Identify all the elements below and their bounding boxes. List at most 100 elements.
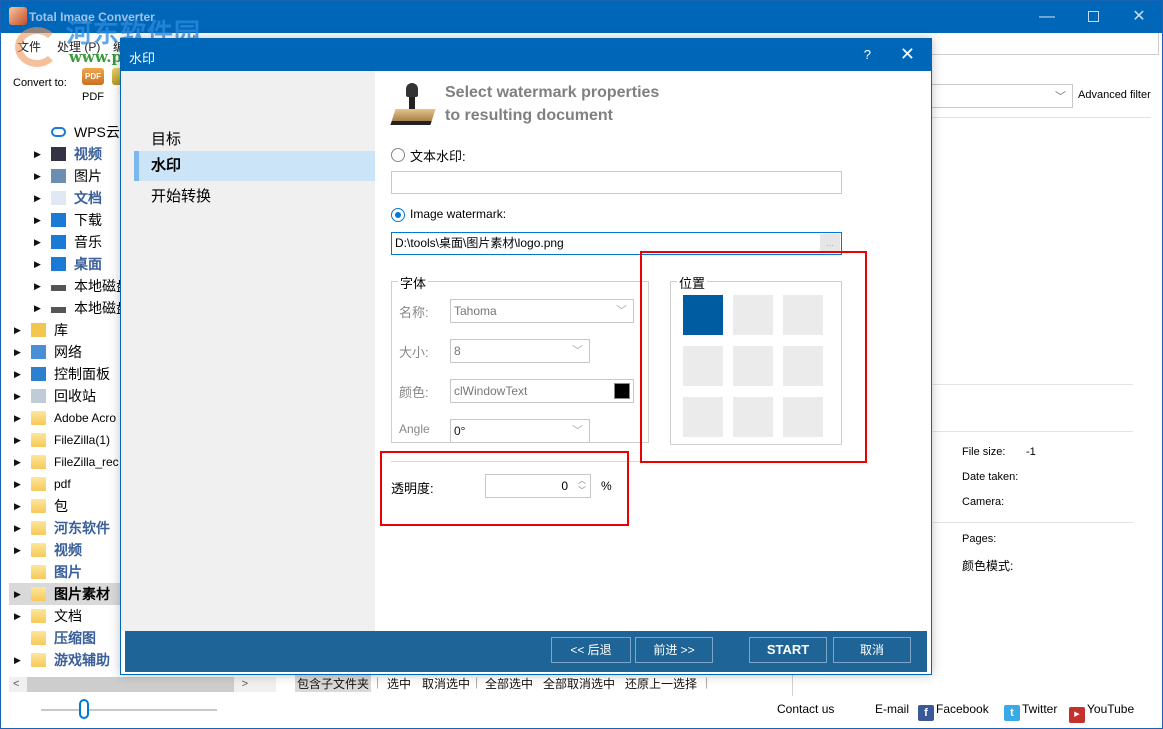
minimize-button[interactable]: — [1024, 1, 1070, 33]
dialog-close-button[interactable]: ✕ [900, 44, 915, 65]
expand-arrow-icon[interactable]: ▶ [14, 605, 21, 627]
tree-item[interactable]: ▶ 图片 [9, 165, 121, 187]
drive-icon [51, 285, 66, 291]
youtube-link[interactable]: ▶ YouTube [1069, 702, 1134, 723]
tree-item[interactable]: ▶ 下载 [9, 209, 121, 231]
tree-item[interactable]: ▶ 回收站 [9, 385, 121, 407]
contact-us-link[interactable]: Contact us [777, 702, 834, 716]
tree-item[interactable]: ▶ 图片素材 [9, 583, 121, 605]
path-field[interactable] [931, 33, 1159, 55]
tree-item[interactable]: ▶ pdf [9, 473, 121, 495]
expand-arrow-icon[interactable]: ▶ [34, 275, 41, 297]
expand-arrow-icon[interactable]: ▶ [14, 451, 21, 473]
tree-item-label: pdf [54, 477, 71, 491]
image-watermark-radio[interactable] [391, 208, 405, 222]
start-button[interactable]: START [749, 637, 827, 663]
advanced-filter-link[interactable]: Advanced filter [1078, 89, 1151, 101]
angle-select[interactable]: 0° ﹀ [450, 419, 590, 443]
scroll-right-icon[interactable]: > [242, 677, 248, 692]
camera-label: Camera: [962, 496, 1005, 508]
expand-arrow-icon[interactable]: ▶ [14, 649, 21, 671]
expand-arrow-icon[interactable]: ▶ [14, 473, 21, 495]
filter-select[interactable]: ﹀ [931, 84, 1073, 108]
nav-item-watermark[interactable]: 水印 [134, 151, 375, 181]
tree-item[interactable]: ▶ 视频 [9, 143, 121, 165]
folder-icon [31, 499, 46, 513]
facebook-link[interactable]: f Facebook [918, 702, 989, 721]
divider [933, 384, 1133, 385]
drive-icon [51, 307, 66, 313]
text-watermark-label: 文本水印: [410, 149, 466, 164]
color-swatch[interactable] [614, 383, 630, 399]
expand-arrow-icon[interactable]: ▶ [34, 297, 41, 319]
nav-label: 水印 [151, 157, 182, 174]
help-button[interactable]: ? [864, 47, 871, 62]
tree-item[interactable]: ▶ 视频 [9, 539, 121, 561]
expand-arrow-icon[interactable]: ▶ [14, 319, 21, 341]
expand-arrow-icon[interactable]: ▶ [14, 583, 21, 605]
expand-arrow-icon[interactable]: ▶ [14, 341, 21, 363]
expand-arrow-icon[interactable]: ▶ [14, 363, 21, 385]
tree-item[interactable]: ▶ 桌面 [9, 253, 121, 275]
select-button[interactable]: 选中 [387, 675, 411, 692]
expand-arrow-icon[interactable]: ▶ [14, 539, 21, 561]
expand-arrow-icon[interactable]: ▶ [34, 209, 41, 231]
email-link[interactable]: E-mail [875, 702, 909, 716]
tree-item[interactable]: ▶ 包 [9, 495, 121, 517]
tree-item[interactable]: ▶ 文档 [9, 605, 121, 627]
tree-item[interactable]: WPS云文 [9, 121, 121, 143]
site-watermark-logo [15, 27, 59, 67]
restore-selection-button[interactable]: 还原上一选择 [625, 675, 697, 692]
facebook-label: Facebook [936, 702, 989, 716]
tree-item[interactable]: ▶ 库 [9, 319, 121, 341]
close-window-button[interactable]: ✕ [1116, 1, 1162, 33]
tree-item[interactable]: ▶ 控制面板 [9, 363, 121, 385]
twitter-link[interactable]: t Twitter [1004, 702, 1057, 721]
deselect-all-button[interactable]: 全部取消选中 [543, 675, 615, 692]
expand-arrow-icon[interactable]: ▶ [14, 495, 21, 517]
tree-item[interactable]: ▶ FileZilla(1) [9, 429, 121, 451]
tree-item[interactable]: ▶ FileZilla_rec [9, 451, 121, 473]
maximize-button[interactable] [1070, 1, 1116, 33]
expand-arrow-icon[interactable]: ▶ [14, 517, 21, 539]
select-all-button[interactable]: 全部选中 [485, 675, 533, 692]
cancel-button[interactable]: 取消 [833, 637, 911, 663]
tree-item[interactable]: ▶ Adobe Acro [9, 407, 121, 429]
expand-arrow-icon[interactable]: ▶ [34, 253, 41, 275]
format-pdf-button[interactable]: PDF PDF [79, 68, 107, 103]
scroll-left-icon[interactable]: < [13, 677, 19, 692]
tree-item[interactable]: ▶ 本地磁盘 [9, 275, 121, 297]
expand-arrow-icon[interactable]: ▶ [14, 407, 21, 429]
expand-arrow-icon[interactable]: ▶ [34, 165, 41, 187]
back-button[interactable]: << 后退 [551, 637, 631, 663]
nav-item-start-conversion[interactable]: 开始转换 [135, 182, 375, 212]
slider-thumb[interactable] [79, 699, 89, 719]
font-size-select[interactable]: 8 ﹀ [450, 339, 590, 363]
thumbnail-size-slider[interactable] [41, 709, 217, 711]
font-name-select[interactable]: Tahoma ﹀ [450, 299, 634, 323]
expand-arrow-icon[interactable]: ▶ [34, 187, 41, 209]
tree-item[interactable]: ▶ 网络 [9, 341, 121, 363]
tree-horizontal-scrollbar[interactable]: < > [9, 677, 276, 692]
expand-arrow-icon[interactable]: ▶ [34, 231, 41, 253]
folder-icon [31, 587, 46, 601]
tree-item[interactable]: ▶ 音乐 [9, 231, 121, 253]
expand-arrow-icon[interactable]: ▶ [34, 143, 41, 165]
tree-item[interactable]: ▶ 游戏辅助 [9, 649, 121, 671]
youtube-icon: ▶ [1069, 707, 1085, 723]
tree-item[interactable]: ▶ 河东软件 [9, 517, 121, 539]
tree-item[interactable]: ▶ 本地磁盘 [9, 297, 121, 319]
font-color-select[interactable]: clWindowText [450, 379, 634, 403]
tree-item[interactable]: ▶ 文档 [9, 187, 121, 209]
text-watermark-input[interactable] [391, 171, 842, 194]
text-watermark-radio[interactable] [391, 148, 405, 162]
deselect-button[interactable]: 取消选中 [422, 675, 470, 692]
scroll-thumb[interactable] [27, 677, 234, 692]
tree-item[interactable]: 图片 [9, 561, 121, 583]
next-button[interactable]: 前进 >> [635, 637, 713, 663]
dialog-title: 水印 [129, 51, 156, 66]
tree-item[interactable]: 压缩图 [9, 627, 121, 649]
expand-arrow-icon[interactable]: ▶ [14, 429, 21, 451]
expand-arrow-icon[interactable]: ▶ [14, 385, 21, 407]
include-subfolders-button[interactable]: 包含子文件夹 [295, 675, 372, 692]
